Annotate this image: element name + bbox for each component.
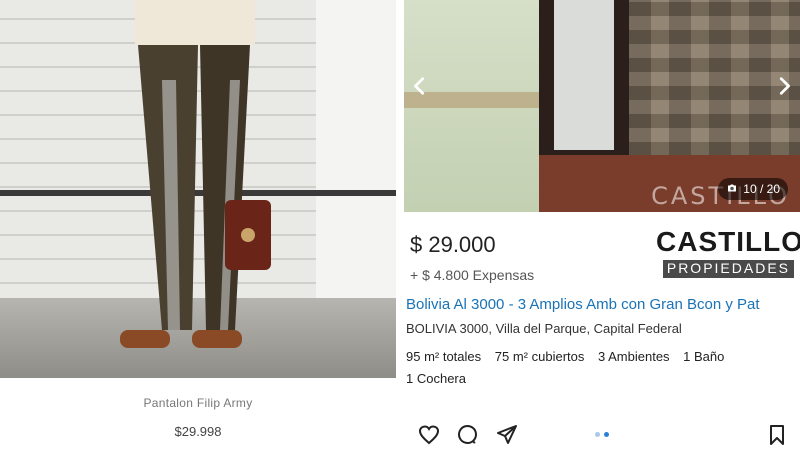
carousel-dot-active bbox=[604, 432, 609, 437]
model-illustration bbox=[120, 0, 271, 348]
listing-title[interactable]: Bolivia Al 3000 - 3 Amplios Amb con Gran… bbox=[406, 296, 800, 313]
doorway bbox=[554, 0, 614, 150]
logo-subtext: PROPIEDADES bbox=[662, 260, 794, 278]
feature-bano: 1 Baño bbox=[683, 349, 725, 364]
feature-cubiertos: 75 m² cubiertos bbox=[494, 349, 585, 364]
image-counter: 10 / 20 bbox=[718, 178, 788, 200]
features-row: 95 m² totales 75 m² cubiertos 3 Ambiente… bbox=[406, 349, 734, 364]
listing-price: $ 29.000 bbox=[410, 232, 496, 257]
feature-totales: 95 m² totales bbox=[406, 349, 482, 364]
right-post: CASTILLO 10 / 20 $ 29.000 + $ 4.800 Expe… bbox=[404, 0, 800, 450]
wall bbox=[404, 0, 539, 212]
product-photo[interactable] bbox=[0, 0, 396, 378]
product-price: $29.998 bbox=[174, 424, 222, 439]
chevron-right-icon[interactable] bbox=[770, 72, 798, 100]
chevron-left-icon[interactable] bbox=[406, 72, 434, 100]
listing-address: BOLIVIA 3000, Villa del Parque, Capital … bbox=[406, 321, 682, 336]
bookmark-icon[interactable] bbox=[764, 422, 790, 448]
castillo-logo: CASTILLO PROPIEDADES bbox=[656, 226, 800, 282]
listing-photo[interactable]: CASTILLO 10 / 20 bbox=[404, 0, 800, 212]
carousel-dots bbox=[595, 432, 609, 437]
expensas: + $ 4.800 Expensas bbox=[410, 267, 535, 283]
product-name[interactable]: Pantalon Filip Army bbox=[0, 396, 396, 410]
image-counter-text: 10 / 20 bbox=[743, 182, 780, 196]
action-bar bbox=[404, 422, 800, 450]
left-post: Pantalon Filip Army $29.998 bbox=[0, 0, 396, 450]
divider bbox=[396, 0, 404, 450]
logo-text: CASTILLO bbox=[656, 226, 800, 257]
send-icon[interactable] bbox=[494, 422, 520, 448]
carousel-dot bbox=[595, 432, 600, 437]
camera-icon bbox=[726, 182, 738, 197]
feature-ambientes: 3 Ambientes bbox=[598, 349, 670, 364]
comment-icon[interactable] bbox=[455, 422, 481, 448]
heart-icon[interactable] bbox=[416, 422, 442, 448]
wall bbox=[316, 0, 396, 300]
feature-cochera: 1 Cochera bbox=[406, 371, 466, 386]
